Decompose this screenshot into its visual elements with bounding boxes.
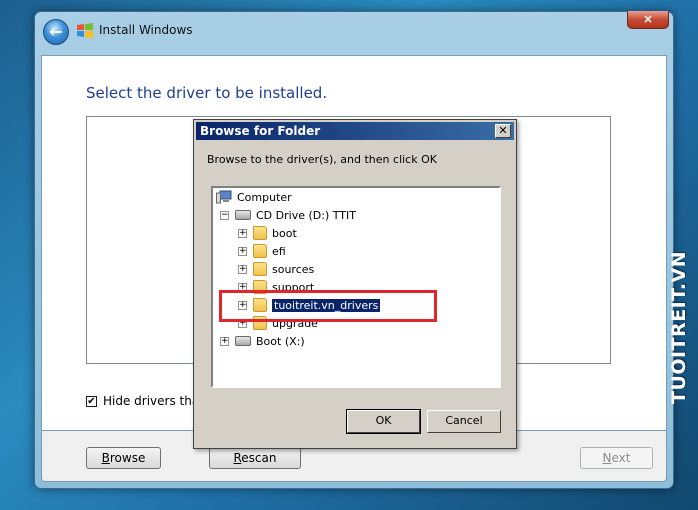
tree-label-boot-drive: Boot (X:) [256, 334, 305, 348]
browse-label-rest: rowse [109, 451, 146, 465]
ok-button[interactable]: OK [346, 409, 421, 434]
dialog-title: Browse for Folder [200, 124, 321, 138]
browse-for-folder-dialog: Browse for Folder ✕ Browse to the driver… [193, 119, 517, 449]
computer-icon [216, 190, 232, 204]
tree-label-folder: efi [272, 244, 286, 258]
next-accel: N [602, 451, 612, 465]
tree-node-boot-drive[interactable]: + Boot (X:) [220, 332, 305, 350]
folder-icon [253, 226, 267, 240]
rescan-label-rest: escan [241, 451, 277, 465]
rescan-button[interactable]: Rescan [209, 447, 301, 469]
tree-node-cd-drive[interactable]: − CD Drive (D:) TTIT [220, 206, 356, 224]
expand-icon[interactable]: + [238, 264, 247, 274]
browse-accel: B [101, 451, 110, 465]
tree-node-computer[interactable]: Computer [216, 188, 292, 206]
dialog-titlebar[interactable]: Browse for Folder ✕ [196, 122, 514, 140]
watermark-text: TUOITREIT.VN [668, 250, 690, 404]
cd-drive-icon [235, 210, 251, 220]
tree-label-cd-drive: CD Drive (D:) TTIT [256, 208, 356, 222]
expand-icon[interactable]: + [238, 246, 247, 256]
browse-button[interactable]: Browse [86, 447, 161, 469]
dialog-instruction: Browse to the driver(s), and then click … [207, 153, 437, 166]
page-heading: Select the driver to be installed. [86, 84, 328, 102]
hide-drivers-checkbox[interactable]: ✔ [86, 395, 97, 407]
window-title: Install Windows [99, 23, 193, 37]
folder-icon [253, 262, 267, 276]
next-button[interactable]: Next [580, 447, 653, 469]
back-arrow-icon[interactable]: ← [43, 19, 69, 45]
hard-drive-icon [235, 336, 251, 346]
tree-label-folder: sources [272, 262, 315, 276]
window-close-button[interactable]: × [627, 11, 669, 29]
windows-logo-icon [77, 23, 93, 38]
tree-node-folder[interactable]: + boot [238, 224, 297, 242]
expand-icon[interactable]: + [238, 228, 247, 238]
highlight-annotation-box [219, 290, 437, 322]
tree-node-folder[interactable]: + efi [238, 242, 286, 260]
folder-tree[interactable]: Computer − CD Drive (D:) TTIT + boot + e… [211, 186, 501, 388]
expand-icon[interactable]: + [220, 336, 229, 346]
tree-label-computer: Computer [237, 190, 292, 204]
tree-label-folder: boot [272, 226, 297, 240]
tree-node-folder[interactable]: + sources [238, 260, 314, 278]
folder-icon [253, 244, 267, 258]
dialog-close-button[interactable]: ✕ [495, 124, 511, 138]
collapse-icon[interactable]: − [220, 210, 229, 220]
next-label-rest: ext [611, 451, 631, 465]
cancel-button[interactable]: Cancel [427, 410, 501, 433]
